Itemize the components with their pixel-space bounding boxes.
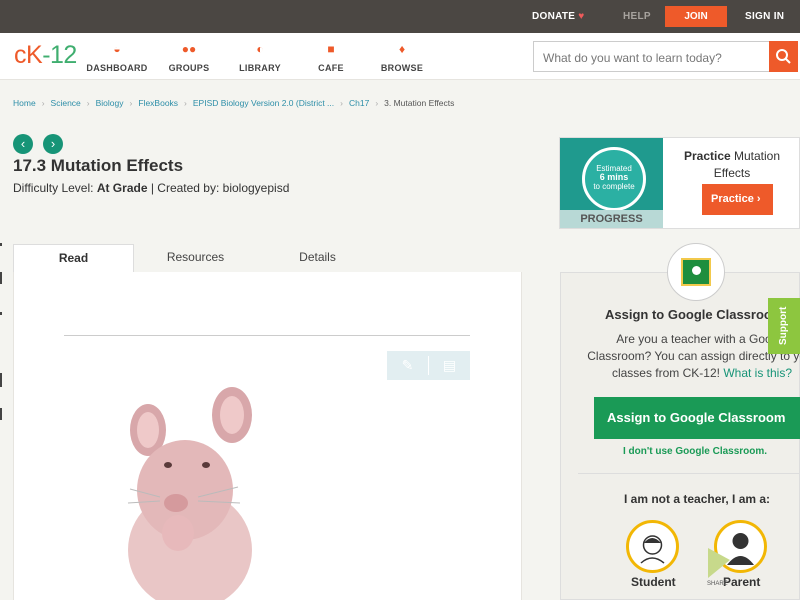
nav-dashboard[interactable]: ◒ DASHBOARD — [77, 42, 157, 73]
card-divider — [578, 473, 800, 474]
nav-cafe[interactable]: ■ CAFE — [291, 42, 371, 73]
heart-icon: ♥ — [578, 11, 585, 22]
breadcrumb: Home › Science › Biology › FlexBooks › EPISD Bio… — [13, 98, 455, 108]
breadcrumb-science[interactable]: Science — [51, 98, 81, 108]
edge-mark — [0, 312, 2, 315]
classroom-title: Assign to Google Classroom — [605, 307, 784, 322]
chevron-right-icon: › — [756, 193, 761, 205]
practice-button[interactable]: Practice › — [702, 184, 773, 215]
pencil-icon: ✎ — [401, 357, 414, 373]
chevron-left-icon: ‹ — [20, 136, 26, 151]
edge-mark — [0, 373, 2, 387]
browse-icon: ♦ — [398, 42, 406, 56]
highlight-button[interactable]: ✎ — [387, 351, 428, 380]
breadcrumb-current: 3. Mutation Effects — [384, 98, 455, 108]
tab-resources[interactable]: Resources — [135, 244, 256, 273]
help-link[interactable]: HELP — [623, 11, 651, 22]
google-classroom-icon — [667, 243, 725, 301]
practice-card: Estimated 6 mins to complete PROGRESS Pr… — [559, 137, 800, 229]
library-icon: ◐ — [256, 42, 264, 56]
role-question: I am not a teacher, I am a: — [624, 492, 771, 506]
join-button[interactable]: JOIN — [665, 6, 727, 27]
donate-link[interactable]: DONATE ♥ — [532, 11, 585, 22]
student-label: Student — [631, 575, 676, 589]
share-icon[interactable] — [708, 548, 730, 578]
notes-button[interactable]: ▤ — [429, 351, 470, 380]
groups-icon: ●● — [181, 42, 197, 56]
chevron-right-icon: › — [50, 136, 56, 151]
dont-use-classroom-link[interactable]: I don't use Google Classroom. — [623, 446, 767, 457]
assign-classroom-button[interactable]: Assign to Google Classroom — [594, 397, 800, 439]
support-tab[interactable]: Support — [768, 298, 800, 354]
nav-browse[interactable]: ♦ BROWSE — [362, 42, 442, 73]
edge-mark — [0, 272, 2, 284]
breadcrumb-home[interactable]: Home — [13, 98, 36, 108]
breadcrumb-biology[interactable]: Biology — [96, 98, 124, 108]
breadcrumb-flexbooks[interactable]: FlexBooks — [138, 98, 178, 108]
search-input[interactable]: What do you want to learn today? — [533, 41, 770, 72]
nav-library[interactable]: ◐ LIBRARY — [220, 42, 300, 73]
edge-mark — [0, 243, 2, 246]
estimate-badge: Estimated 6 mins to complete — [582, 147, 646, 211]
breadcrumb-book[interactable]: EPISD Biology Version 2.0 (District ... — [193, 98, 334, 108]
main-header: cK-12 ◒ DASHBOARD ●● GROUPS ◐ LIBRARY ■ … — [0, 33, 800, 80]
notes-icon: ▤ — [442, 357, 457, 373]
classroom-description: Are you a teacher with a Google Classroo… — [587, 332, 800, 380]
breadcrumb-chapter[interactable]: Ch17 — [349, 98, 369, 108]
tab-details[interactable]: Details — [257, 244, 378, 273]
top-bar: DONATE ♥ HELP JOIN SIGN IN — [0, 0, 800, 33]
student-role-button[interactable] — [626, 520, 679, 573]
progress-thumbnail: Estimated 6 mins to complete PROGRESS — [560, 138, 663, 228]
page-title: 17.3 Mutation Effects — [13, 156, 184, 175]
annotation-toolbar: ✎ ▤ — [387, 351, 470, 380]
dashboard-icon: ◒ — [113, 42, 121, 56]
tab-read[interactable]: Read — [13, 244, 134, 273]
prev-lesson-button[interactable]: ‹ — [13, 134, 33, 154]
nav-groups[interactable]: ●● GROUPS — [149, 42, 229, 73]
progress-label: PROGRESS — [560, 210, 663, 228]
search-icon — [776, 49, 791, 64]
cafe-icon: ■ — [327, 42, 335, 56]
share-label: SHARE — [707, 581, 728, 587]
edge-mark — [0, 408, 2, 420]
sign-in-link[interactable]: SIGN IN — [745, 11, 784, 22]
hairless-rat-image — [127, 387, 252, 600]
what-is-this-link[interactable]: What is this? — [723, 366, 792, 380]
practice-title: Practice Mutation Effects — [683, 149, 781, 180]
lesson-meta: Difficulty Level: At Grade | Created by:… — [13, 181, 290, 195]
next-lesson-button[interactable]: › — [43, 134, 63, 154]
student-avatar-icon — [640, 535, 665, 564]
search-button[interactable] — [769, 41, 798, 72]
difficulty-value: At Grade — [96, 181, 148, 195]
ck12-logo[interactable]: cK-12 — [14, 41, 77, 70]
content-divider — [64, 335, 470, 336]
